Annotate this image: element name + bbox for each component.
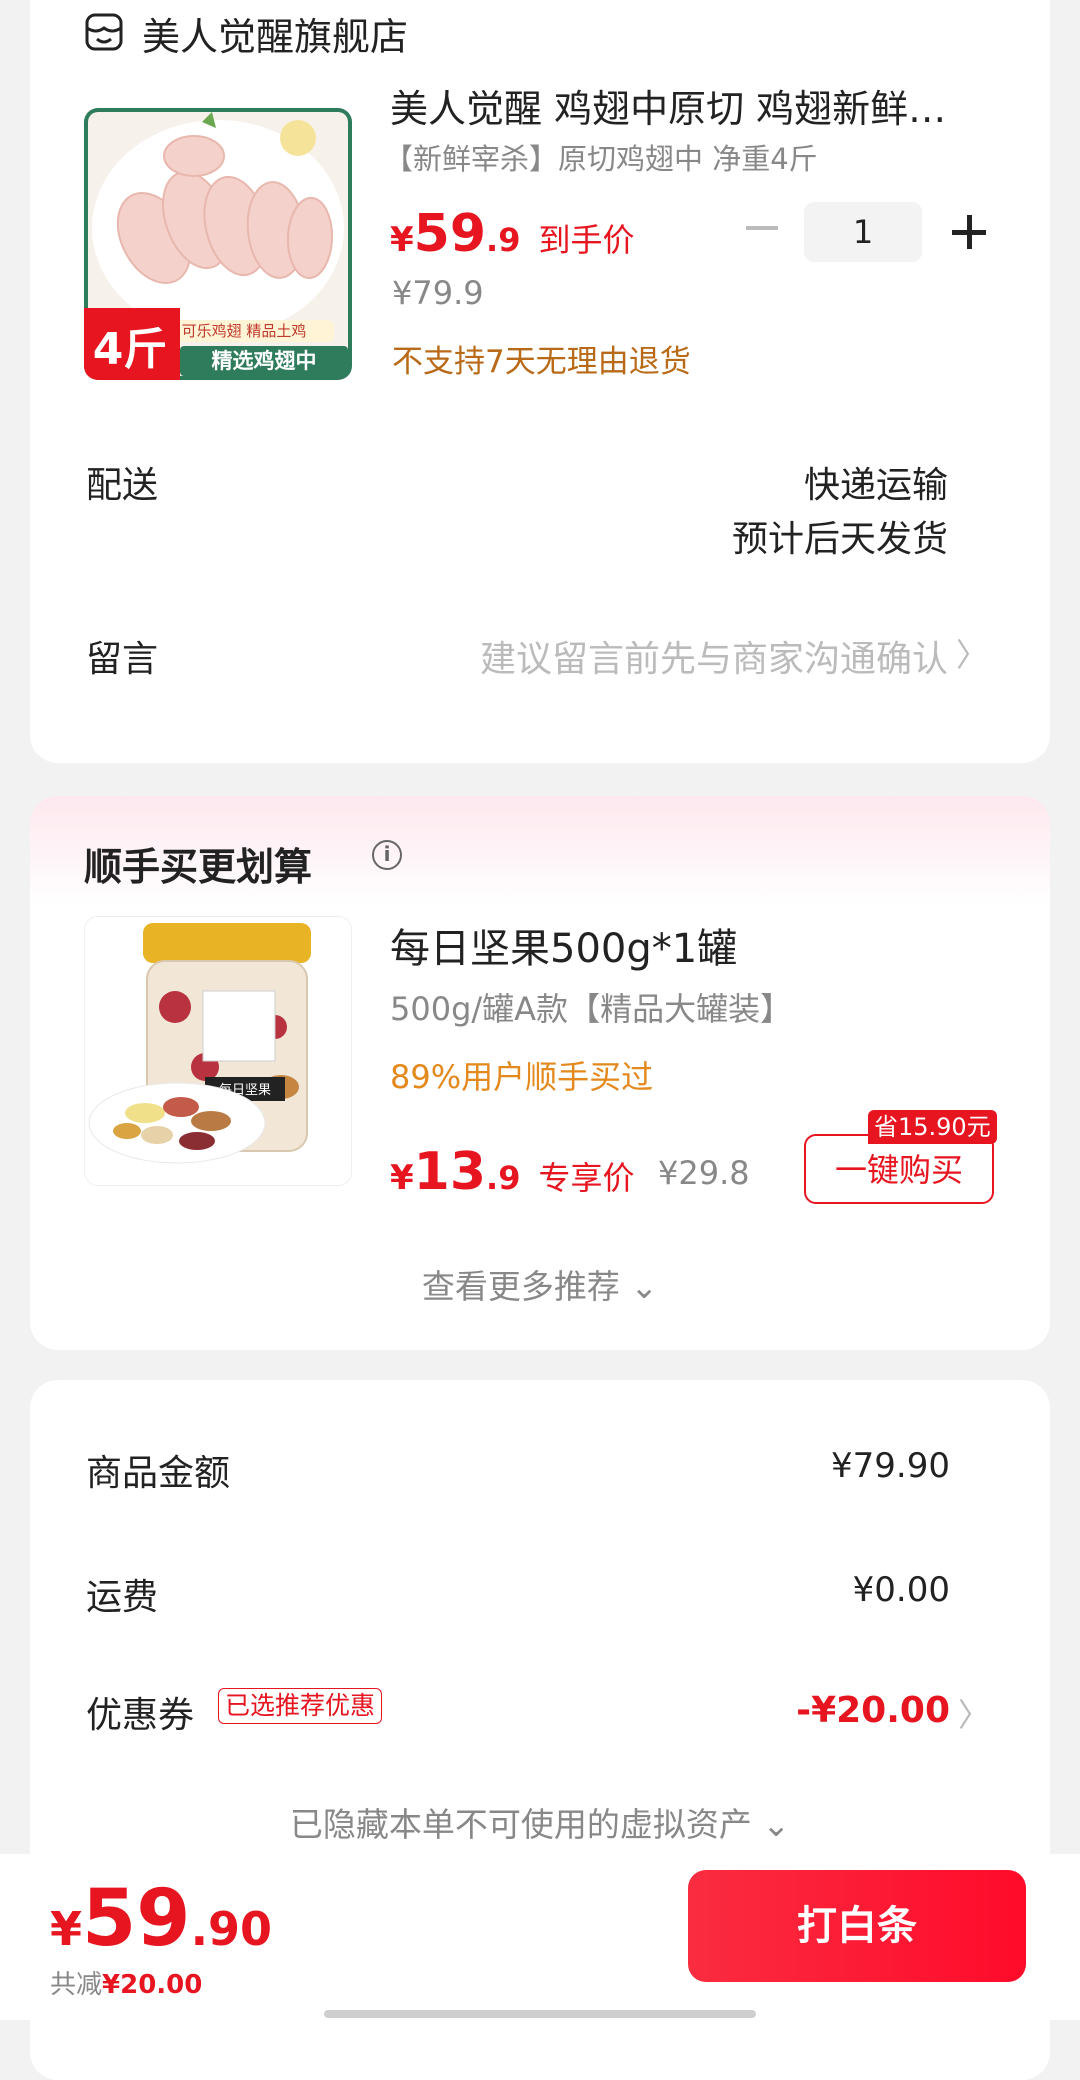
info-icon[interactable]: i <box>372 840 402 870</box>
goods-amount-value: ¥79.90 <box>831 1446 950 1486</box>
hidden-assets-toggle[interactable]: 已隐藏本单不可使用的虚拟资产 ⌄ <box>30 1798 1050 1846</box>
price-integer: 59 <box>413 204 487 264</box>
price-currency: ¥ <box>390 220 414 260</box>
pay-button[interactable]: 打白条 <box>688 1870 1026 1982</box>
shipping-fee-value: ¥0.00 <box>852 1570 950 1610</box>
shipping-fee-label: 运费 <box>86 1577 159 1618</box>
recommendation-original-price: ¥29.8 <box>658 1154 750 1192</box>
product-image[interactable]: 可乐鸡翅 精品土鸡 精选鸡翅中 4斤 <box>84 108 352 380</box>
recommendation-price: ¥ 13 .9 专享价 <box>390 1142 634 1202</box>
total-discount-amount: ¥20.00 <box>102 1970 203 2000</box>
coupon-value[interactable]: -¥20.00 <box>796 1690 950 1731</box>
total-price: ¥ 59 .90 <box>50 1874 272 1964</box>
price-decimal: .9 <box>486 1159 521 1197</box>
product-image-banner: 精选鸡翅中 <box>212 349 317 373</box>
more-recommendations-link[interactable]: 查看更多推荐 ⌄ <box>30 1260 1050 1308</box>
recommendation-social-proof: 89%用户顺手买过 <box>390 1058 654 1096</box>
message-input[interactable]: 建议留言前先与商家沟通确认 <box>480 630 948 682</box>
product-image-weight-badge: 4斤 <box>93 324 168 375</box>
chevron-right-icon[interactable]: 〉 <box>956 630 988 676</box>
recommendation-card: 顺手买更划算 i 每日坚果 每日坚果500g*1罐 500g/罐A款【精品大罐装… <box>30 796 1050 1350</box>
total-integer: 59 <box>82 1874 191 1964</box>
quantity-plus-button[interactable] <box>952 212 992 252</box>
coupon-label: 优惠券 <box>86 1695 195 1736</box>
recommendation-name[interactable]: 每日坚果500g*1罐 <box>390 916 737 974</box>
home-indicator[interactable] <box>324 2010 756 2018</box>
coupon-badge: 已选推荐优惠 <box>218 1688 383 1724</box>
price-decimal: .9 <box>486 221 521 259</box>
product-title[interactable]: 美人觉醒 鸡翅中原切 鸡翅新鲜… <box>390 78 990 133</box>
total-decimal: .90 <box>190 1902 273 1956</box>
save-badge: 省15.90元 <box>868 1110 997 1144</box>
price-currency: ¥ <box>390 1158 414 1198</box>
original-price: ¥79.9 <box>392 274 484 312</box>
product-spec[interactable]: 【新鲜宰杀】原切鸡翅中 净重4斤 <box>384 136 818 178</box>
total-currency: ¥ <box>50 1902 83 1956</box>
one-click-buy-button[interactable]: 一键购买 <box>804 1134 994 1204</box>
goods-amount-label: 商品金额 <box>86 1453 231 1494</box>
delivery-label: 配送 <box>86 465 159 506</box>
price-tag: 专享价 <box>538 1159 635 1197</box>
price-tag: 到手价 <box>538 221 635 259</box>
product-price: ¥ 59 .9 到手价 <box>390 204 634 264</box>
store-icon <box>85 13 123 51</box>
delivery-eta: 预计后天发货 <box>731 519 948 560</box>
quantity-minus-button[interactable] <box>746 226 778 230</box>
delivery-method[interactable]: 快递运输 <box>804 456 948 508</box>
order-card: 美人觉醒旗舰店 可乐鸡翅 精品土鸡 精选鸡翅中 4斤 美人觉醒 鸡翅中原切 鸡翅… <box>30 0 1050 763</box>
return-policy-note: 不支持7天无理由退货 <box>392 344 691 380</box>
checkout-bar: ¥ 59 .90 共减¥20.00 打白条 <box>0 1854 1080 2020</box>
price-integer: 13 <box>413 1142 487 1202</box>
quantity-input[interactable]: 1 <box>804 202 922 262</box>
chevron-right-icon[interactable]: 〉 <box>958 1690 990 1736</box>
recommendation-spec: 500g/罐A款【精品大罐装】 <box>390 990 793 1028</box>
recommendation-title: 顺手买更划算 <box>84 845 313 889</box>
recommendation-image[interactable]: 每日坚果 <box>84 916 352 1186</box>
product-image-subtitle: 可乐鸡翅 精品土鸡 <box>182 322 307 340</box>
message-label: 留言 <box>86 639 159 680</box>
total-discount: 共减¥20.00 <box>50 1964 202 2001</box>
store-name[interactable]: 美人觉醒旗舰店 <box>142 6 408 61</box>
total-discount-prefix: 共减 <box>50 1970 103 2000</box>
